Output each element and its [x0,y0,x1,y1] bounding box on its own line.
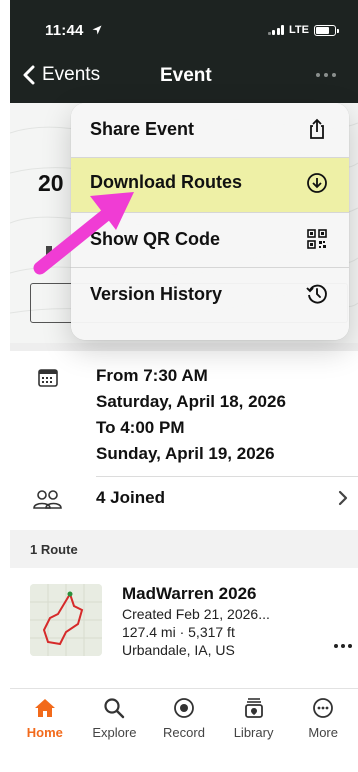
status-right: LTE [267,24,339,36]
tab-record[interactable]: Record [149,689,219,772]
back-button[interactable]: Events [22,64,100,86]
record-icon [174,698,194,718]
section-separator [10,343,358,351]
chevron-left-icon [23,65,35,85]
schedule-start-date: Saturday, April 18, 2026 [96,392,286,411]
menu-item-label: Version History [90,284,223,304]
route-title: MadWarren 2026 [122,584,257,603]
route-list-item[interactable]: MadWarren 2026 Created Feb 21, 2026... 1… [10,568,358,672]
signal-icon [267,25,285,35]
route-created: Created Feb 21, 2026... [122,606,270,622]
location-arrow-icon [92,25,102,35]
menu-item-label: Share Event [90,119,195,139]
top-bar: 11:44 LTE Events Event [10,0,358,103]
tab-home[interactable]: Home [10,689,80,772]
route-stats: 127.4 mi · 5,317 ft [122,624,235,640]
download-icon [307,173,327,193]
share-icon [310,118,324,139]
joined-count: 4 Joined [96,488,165,507]
event-year-partial: 20 [38,170,64,196]
schedule-end-time: To 4:00 PM [96,418,185,437]
more-options-button[interactable] [316,73,336,77]
event-subtitle-partial [46,246,52,262]
status-bar: 11:44 LTE [10,22,358,42]
tab-label: Record [163,725,205,740]
menu-item-share-event[interactable]: Share Event [71,103,349,157]
search-icon [104,698,125,719]
people-icon [33,490,62,509]
menu-item-download-routes[interactable]: Download Routes [71,158,349,212]
tab-label: Explore [92,725,137,740]
network-type: LTE [289,24,309,36]
event-options-menu: Share Event Download Routes Show QR Code… [71,103,349,340]
more-icon [313,698,334,718]
menu-item-label: Show QR Code [90,229,220,249]
back-label: Events [42,64,101,85]
route-more-button[interactable] [334,644,352,648]
tab-explore[interactable]: Explore [80,689,150,772]
route-map-thumbnail [30,584,102,656]
tab-label: More [308,725,338,740]
library-icon [244,698,263,718]
routes-section-header: 1 Route [10,530,358,568]
route-location: Urbandale, IA, US [122,642,235,658]
routes-count: 1 Route [30,542,78,557]
nav-bar: Events Event [10,64,358,90]
schedule-end-date: Sunday, April 19, 2026 [96,444,275,463]
tab-more[interactable]: More [288,689,358,772]
calendar-icon [38,369,58,387]
home-icon [34,699,55,717]
menu-item-show-qr-code[interactable]: Show QR Code [71,213,349,267]
qr-code-icon [307,229,327,249]
tab-library[interactable]: Library [219,689,289,772]
page-title: Event [160,65,212,86]
status-time: 11:44 [45,22,84,39]
tab-bar: Home Explore Record Library More [10,688,358,772]
tab-label: Library [233,725,274,740]
schedule-text: From 7:30 AM Saturday, April 18, 2026 To… [96,363,286,467]
menu-item-version-history[interactable]: Version History [71,268,349,322]
joined-row[interactable]: 4 Joined [10,476,358,520]
battery-icon [314,24,339,36]
phone-screen: 11:44 LTE Events Event 20 From 7:30 AM S… [10,0,358,772]
chevron-right-icon [338,490,348,506]
menu-item-label: Download Routes [90,172,242,192]
history-icon [306,284,327,304]
tab-label: Home [26,725,63,740]
schedule-start-time: From 7:30 AM [96,366,208,385]
